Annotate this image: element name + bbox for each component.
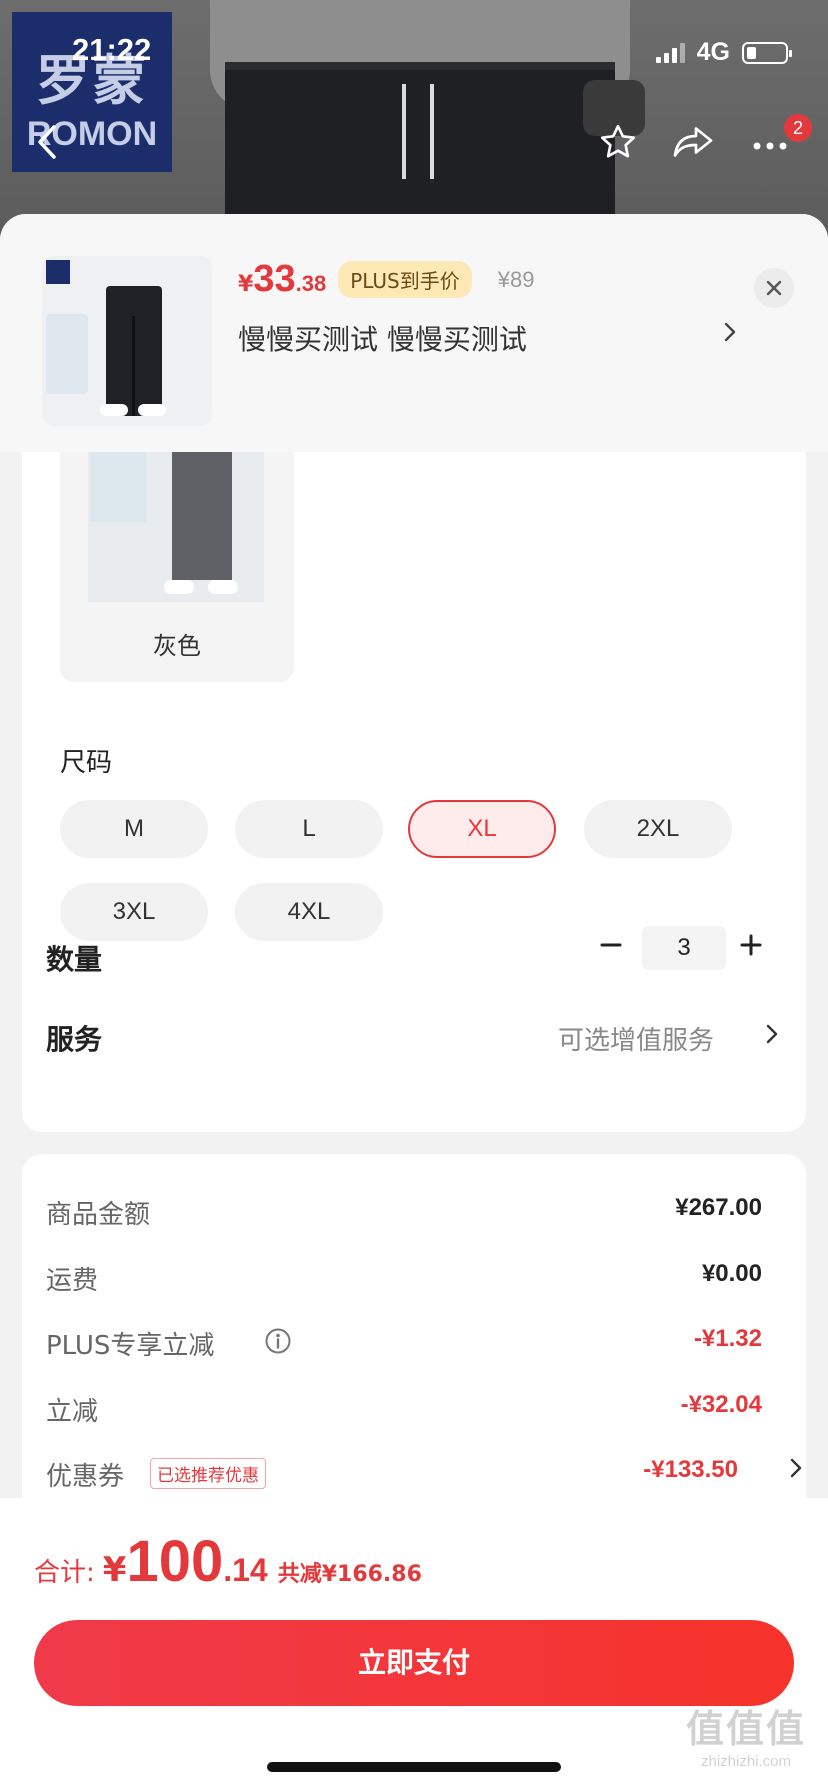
size-option-3xl[interactable]: 3XL — [60, 883, 208, 941]
battery-icon — [742, 41, 792, 64]
detail-row-coupon[interactable]: 优惠券 已选推荐优惠 -¥133.50 — [46, 1456, 802, 1496]
service-title: 服务 — [46, 1023, 103, 1056]
total-savings: 共减¥166.86 — [277, 1562, 422, 1587]
checkout-footer: 合计: ¥ 100 .14 共减¥166.86 立即支付 值值值 zhizhiz… — [0, 1498, 828, 1792]
cart-badge: 2 — [784, 114, 812, 142]
color-pants — [172, 452, 232, 580]
price-decimal: .38 — [295, 271, 327, 296]
back-icon[interactable] — [36, 124, 58, 164]
detail-label: PLUS专享立减 — [46, 1331, 215, 1361]
price-currency: ¥ — [238, 272, 254, 297]
sheet-header: ¥ 33 .38 PLUS到手价 ¥89 慢慢买测试 慢慢买测试 — [0, 214, 828, 452]
color-feature-card — [90, 452, 146, 522]
detail-value: -¥133.50 — [643, 1456, 738, 1483]
detail-row-plus-discount: PLUS专享立减 -¥1.32 — [46, 1325, 762, 1365]
close-icon — [766, 280, 782, 296]
quantity-title: 数量 — [46, 943, 103, 976]
service-value[interactable]: 可选增值服务 — [558, 1020, 714, 1057]
thumbnail-pants — [106, 286, 162, 416]
pay-now-button[interactable]: 立即支付 — [34, 1620, 794, 1706]
product-thumbnail[interactable] — [42, 256, 212, 426]
coupon-recommended-tag: 已选推荐优惠 — [150, 1458, 266, 1489]
detail-label: 优惠券 — [46, 1462, 125, 1492]
color-option-gray[interactable]: 灰色 — [60, 452, 294, 682]
watermark-sub: zhizhizhi.com — [700, 1753, 792, 1770]
chevron-right-icon[interactable] — [766, 1024, 778, 1048]
color-shoe — [164, 580, 194, 594]
favorite-star-icon[interactable] — [598, 122, 638, 166]
size-option-2xl[interactable]: 2XL — [584, 800, 732, 858]
original-price: ¥89 — [497, 266, 535, 292]
price-row: ¥ 33 .38 PLUS到手价 ¥89 — [238, 258, 534, 301]
product-photo-drawstring — [430, 84, 434, 179]
size-option-l[interactable]: L — [235, 800, 383, 858]
detail-value: ¥267.00 — [675, 1194, 762, 1221]
color-shoe — [208, 580, 238, 594]
watermark-main: 值值值 — [685, 1707, 806, 1751]
thumbnail-feature-card — [46, 314, 88, 394]
total-label: 合计: — [34, 1558, 95, 1588]
detail-label: 运费 — [46, 1266, 99, 1296]
size-option-xl[interactable]: XL — [408, 800, 556, 858]
total-integer: 100 — [126, 1529, 224, 1594]
size-title: 尺码 — [60, 748, 113, 778]
product-photo-drawstring — [402, 84, 406, 179]
info-icon[interactable] — [264, 1327, 292, 1359]
chevron-right-icon[interactable] — [724, 322, 736, 346]
color-option-image — [88, 452, 264, 602]
signal-icon — [655, 42, 685, 63]
detail-row-shipping: 运费 ¥0.00 — [46, 1260, 762, 1300]
close-button[interactable] — [754, 268, 794, 308]
total-currency: ¥ — [102, 1550, 127, 1590]
plus-icon[interactable] — [740, 934, 762, 960]
detail-row-instant-discount: 立减 -¥32.04 — [46, 1391, 762, 1431]
chevron-right-icon[interactable] — [790, 1458, 802, 1482]
color-option-label: 灰色 — [153, 632, 201, 660]
network-type: 4G — [696, 38, 730, 66]
detail-row-goods-amount: 商品金额 ¥267.00 — [46, 1194, 762, 1234]
detail-label: 立减 — [46, 1397, 99, 1427]
detail-value: -¥1.32 — [693, 1325, 762, 1352]
home-indicator[interactable] — [267, 1762, 561, 1772]
price-integer: 33 — [253, 258, 296, 300]
size-option-4xl[interactable]: 4XL — [235, 883, 383, 941]
detail-value: -¥32.04 — [680, 1391, 762, 1418]
share-icon[interactable] — [672, 124, 714, 164]
thumbnail-shoe — [100, 404, 128, 416]
quantity-input[interactable]: 3 — [642, 926, 726, 970]
status-indicators: 4G — [655, 38, 792, 67]
more-icon[interactable] — [752, 136, 788, 155]
total-decimal: .14 — [223, 1552, 268, 1588]
thumbnail-shoe — [138, 404, 166, 416]
price-detail-card: 商品金额 ¥267.00 运费 ¥0.00 PLUS专享立减 -¥1.32 立减… — [22, 1154, 806, 1514]
selected-spec-text[interactable]: 慢慢买测试 慢慢买测试 — [238, 318, 527, 358]
plus-price-tag: PLUS到手价 — [338, 261, 472, 298]
detail-value: ¥0.00 — [701, 1260, 762, 1287]
size-option-m[interactable]: M — [60, 800, 208, 858]
total-row: 合计: ¥ 100 .14 共减¥166.86 — [34, 1528, 422, 1595]
thumbnail-brand-mark — [46, 260, 70, 284]
minus-icon[interactable] — [600, 934, 622, 960]
status-time: 21:22 — [72, 32, 152, 67]
detail-label: 商品金额 — [46, 1200, 151, 1230]
spec-card: 灰色 尺码 M L XL 2XL 3XL 4XL 数量 3 服务 可选增值服务 — [22, 452, 806, 1132]
site-watermark: 值值值 zhizhizhi.com — [676, 1698, 816, 1770]
